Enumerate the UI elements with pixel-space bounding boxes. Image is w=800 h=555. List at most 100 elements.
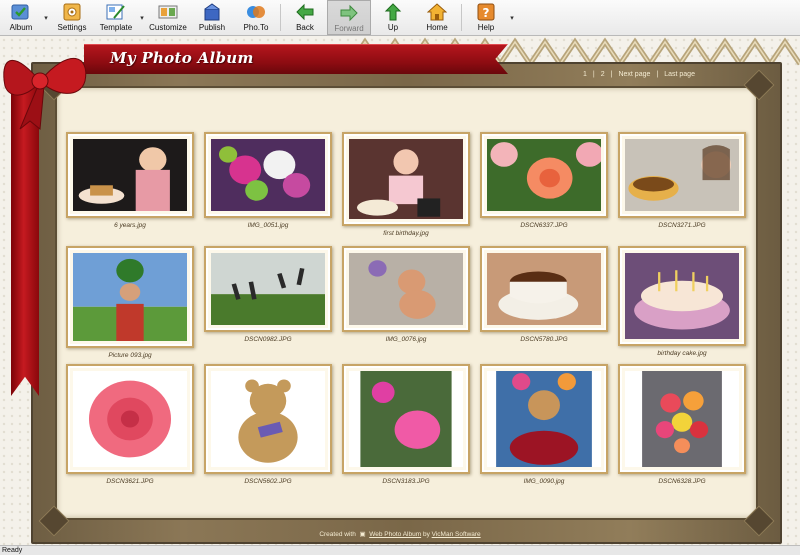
web-photo-album-icon: ▣ <box>357 531 368 538</box>
album-title: My Photo Album <box>110 49 254 67</box>
man-with-watermelon-photo <box>73 253 187 341</box>
photo-thumbnail[interactable] <box>342 364 470 474</box>
orange-rose-photo <box>487 139 604 211</box>
photo-thumbnail[interactable] <box>66 364 194 474</box>
photo-caption: birthday cake.jpg <box>657 350 707 357</box>
page-1-link[interactable]: 1 <box>583 71 587 78</box>
photo-thumbnail[interactable] <box>204 364 332 474</box>
phoTo-button[interactable]: Pho.To <box>234 0 278 35</box>
customize-icon <box>158 5 178 19</box>
next-page-link[interactable]: Next page <box>618 71 650 78</box>
footer-by: by <box>422 531 430 538</box>
settings-icon <box>63 3 81 21</box>
last-page-link[interactable]: Last page <box>664 71 695 78</box>
pink-tulip-photo <box>349 371 463 467</box>
settings-button[interactable]: Settings <box>50 0 94 35</box>
customize-label: Customize <box>149 23 187 32</box>
photo-thumbnail[interactable] <box>342 246 470 332</box>
pager-separator: | <box>610 71 613 78</box>
forward-label: Forward <box>334 24 364 33</box>
photo-caption: DSCN5602.JPG <box>244 478 292 485</box>
settings-label: Settings <box>57 23 87 32</box>
flower-bouquet-photo <box>211 139 325 211</box>
photo-caption: DSCN6337.JPG <box>520 222 568 229</box>
photo-thumbnail[interactable] <box>480 132 608 218</box>
photo-caption: DSCN3183.JPG <box>382 478 430 485</box>
album-button[interactable]: Album <box>0 0 42 35</box>
photo-caption: IMG_0090.jpg <box>523 478 565 485</box>
photo-caption: DSCN5780.JPG <box>520 336 568 343</box>
help-button[interactable]: ? Help <box>464 0 508 35</box>
photo-thumbnail[interactable] <box>480 364 608 474</box>
pho-to-icon <box>247 6 265 18</box>
baby-birthday-photo <box>349 139 463 219</box>
pagination: 1 | 2 | Next page | Last page <box>583 71 695 78</box>
photo-thumbnail[interactable] <box>66 246 194 348</box>
photo-caption: IMG_0051.jpg <box>247 222 289 229</box>
footer-prefix: Created with <box>319 531 356 538</box>
pink-rose-photo <box>73 371 187 467</box>
ribbon-bow-icon <box>3 58 87 130</box>
home-label: Home <box>426 23 448 32</box>
teddy-with-roses-photo <box>487 371 601 467</box>
photo-thumbnail[interactable] <box>342 132 470 226</box>
pager-separator: | <box>656 71 659 78</box>
photo-caption: first birthday.jpg <box>383 230 429 237</box>
back-label: Back <box>296 23 314 32</box>
photo-thumbnail[interactable] <box>618 364 746 474</box>
forward-arrow-icon <box>340 4 358 22</box>
photo-caption: DSCN0982.JPG <box>244 336 292 343</box>
help-icon: ? <box>477 3 495 21</box>
photo-caption: Picture 093.jpg <box>108 352 152 359</box>
photo-thumbnail[interactable] <box>480 246 608 332</box>
child-with-cake-photo <box>73 139 187 211</box>
photo-thumbnail[interactable] <box>204 132 332 218</box>
template-icon <box>106 4 125 20</box>
tea-cup-photo <box>487 253 601 325</box>
toolbar-separator <box>280 4 281 31</box>
photo-thumbnail[interactable] <box>204 246 332 332</box>
up-arrow-icon <box>384 3 402 21</box>
back-arrow-icon <box>296 3 314 21</box>
template-button[interactable]: Template <box>94 0 138 35</box>
teddy-bear-photo <box>211 371 325 467</box>
up-label: Up <box>387 23 399 32</box>
help-dropdown-arrow[interactable]: ▾ <box>508 0 516 35</box>
home-button[interactable]: Home <box>415 0 459 35</box>
girl-and-cake-photo <box>625 139 739 211</box>
photo-thumbnail[interactable] <box>618 132 746 218</box>
publish-label: Publish <box>198 23 226 32</box>
svg-text:?: ? <box>483 6 490 20</box>
status-text: Ready <box>2 547 23 554</box>
page-2-link[interactable]: 2 <box>601 71 605 78</box>
photo-caption: DSCN3271.JPG <box>658 222 706 229</box>
photo-caption: IMG_0076.jpg <box>385 336 427 343</box>
template-dropdown-arrow[interactable]: ▾ <box>138 0 146 35</box>
toolbar-separator <box>461 4 462 31</box>
publish-button[interactable]: Publish <box>190 0 234 35</box>
status-bar: Ready <box>0 545 800 555</box>
teddy-bear-toy-photo <box>349 253 463 325</box>
customize-button[interactable]: Customize <box>146 0 190 35</box>
forward-button[interactable]: Forward <box>327 0 371 35</box>
up-button[interactable]: Up <box>371 0 415 35</box>
rose-bouquet-photo <box>625 371 739 467</box>
album-page: My Photo Album 1 | 2 | Next page | Last … <box>0 36 800 545</box>
album-icon <box>11 4 29 20</box>
web-photo-album-link[interactable]: Web Photo Album <box>369 531 421 538</box>
back-button[interactable]: Back <box>283 0 327 35</box>
home-icon <box>427 3 447 21</box>
photo-caption: 6 years.jpg <box>114 222 146 229</box>
album-dropdown-arrow[interactable]: ▾ <box>42 0 50 35</box>
template-label: Template <box>99 23 133 32</box>
help-label: Help <box>477 23 495 32</box>
main-toolbar: Album ▾ Settings Template ▾ Customize Pu… <box>0 0 800 36</box>
vicman-software-link[interactable]: VicMan Software <box>432 531 481 538</box>
photo-thumbnail[interactable] <box>66 132 194 218</box>
birthday-cake-photo <box>625 253 739 339</box>
photo-thumbnail[interactable] <box>618 246 746 346</box>
album-label: Album <box>9 23 33 32</box>
publish-icon <box>204 3 220 21</box>
people-jumping-photo <box>211 253 325 325</box>
phoTo-label: Pho.To <box>243 23 269 32</box>
